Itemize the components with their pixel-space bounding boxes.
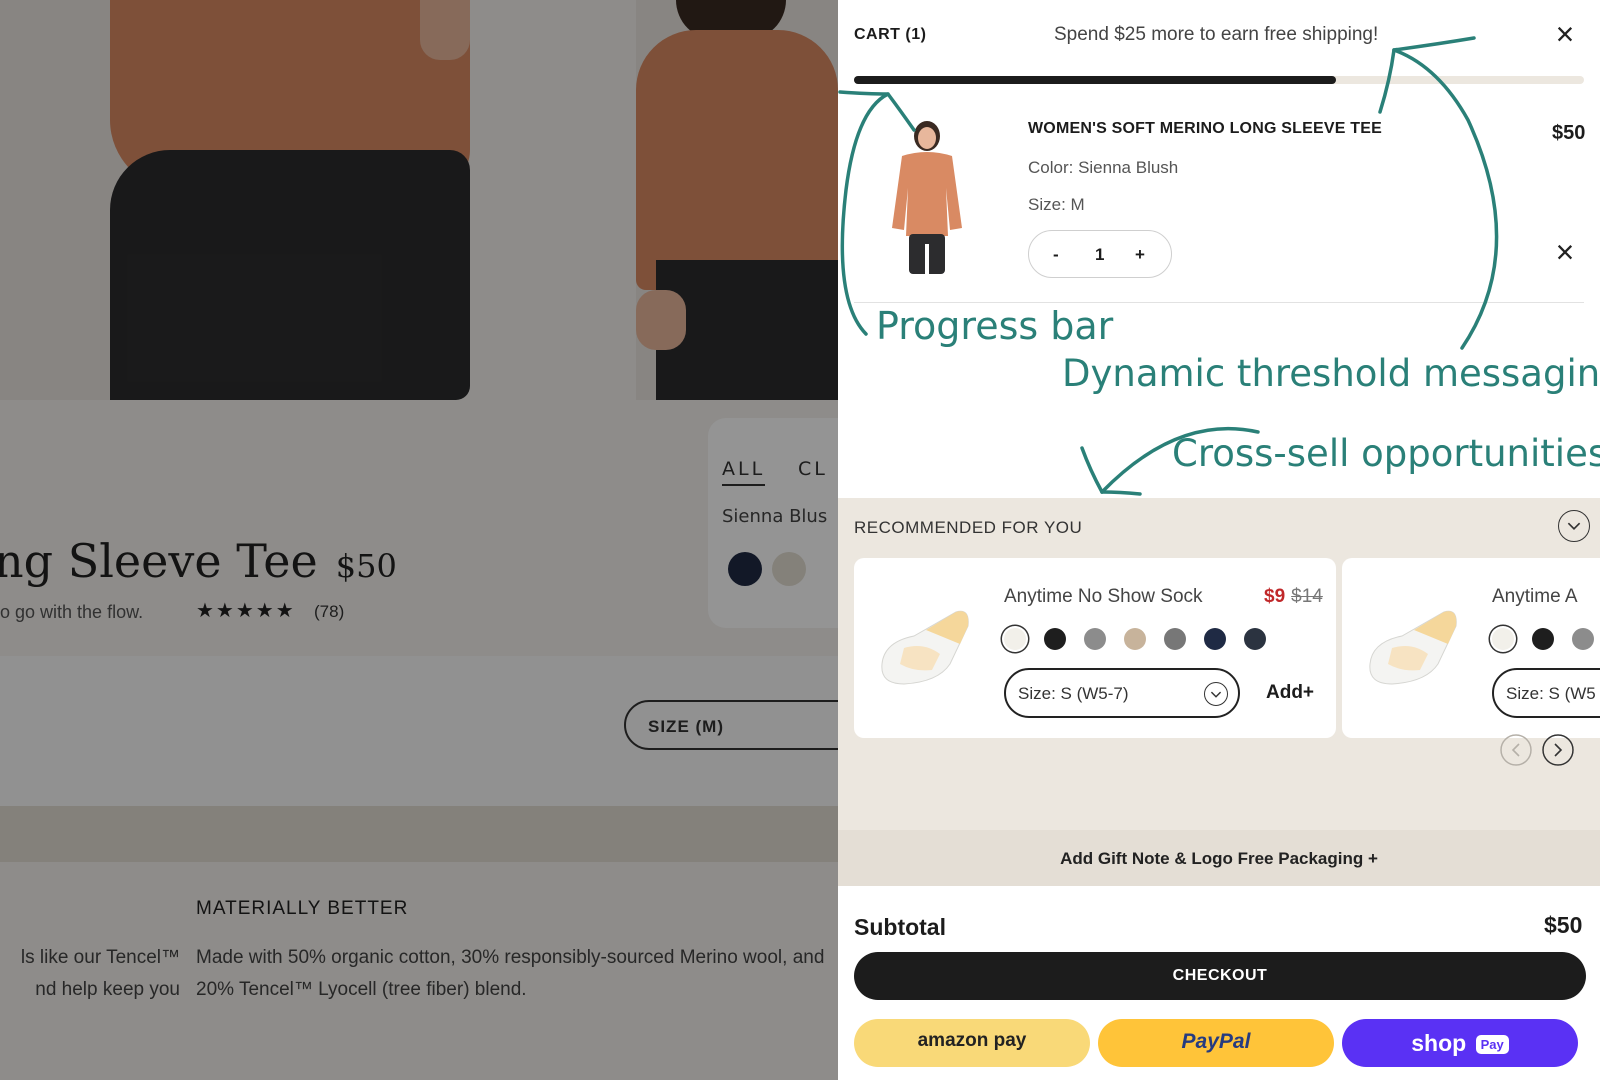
cart-drawer: CART (1) Spend $25 more to earn free shi… <box>838 0 1600 1080</box>
recommendation-name[interactable]: Anytime A <box>1492 586 1578 608</box>
checkout-button[interactable]: CHECKOUT <box>854 952 1586 1000</box>
add-to-cart-button[interactable]: Add+ <box>1266 682 1314 704</box>
color-swatch[interactable] <box>1004 628 1026 650</box>
carousel-next-icon[interactable] <box>1542 734 1574 766</box>
amazon-pay-button[interactable]: amazon pay <box>854 1019 1090 1067</box>
recommendation-name[interactable]: Anytime No Show Sock <box>1004 586 1203 608</box>
recommendation-price: $9 $14 <box>1264 586 1323 608</box>
sale-price: $9 <box>1264 586 1286 607</box>
annotation-progress-bar: Progress bar <box>876 304 1114 348</box>
annotation-arrows <box>838 36 1499 496</box>
shop-pay-logo: shop <box>1411 1030 1467 1056</box>
size-select[interactable]: Size: S (W5-7) <box>1004 668 1240 718</box>
shop-pay-button[interactable]: shop Pay <box>1342 1019 1578 1067</box>
annotation-threshold: Dynamic threshold messaging <box>1062 352 1600 395</box>
recommendations-section: RECOMMENDED FOR YOU Anytime No Show Sock… <box>838 498 1600 830</box>
amazon-pay-logo: amazon pay <box>917 1030 1027 1051</box>
color-swatch[interactable] <box>1164 628 1186 650</box>
threshold-arrow <box>1392 48 1499 350</box>
progress-bar-arrow <box>840 92 916 336</box>
recommendations-heading: RECOMMENDED FOR YOU <box>854 518 1083 537</box>
color-swatch[interactable] <box>1044 628 1066 650</box>
color-swatch[interactable] <box>1244 628 1266 650</box>
chevron-down-icon <box>1204 682 1228 706</box>
page-dim-overlay[interactable] <box>0 0 838 1080</box>
recommendation-card[interactable]: Anytime No Show Sock $9 $14 Size: S (W5-7… <box>854 558 1336 738</box>
subtotal-value: $50 <box>1544 912 1583 938</box>
subtotal-label: Subtotal <box>854 914 946 940</box>
carousel-prev-icon[interactable] <box>1500 734 1532 766</box>
color-swatch[interactable] <box>1532 628 1554 650</box>
paypal-button[interactable]: PayPal <box>1098 1019 1334 1067</box>
paypal-logo: PayPal <box>1181 1030 1251 1053</box>
color-swatch[interactable] <box>1204 628 1226 650</box>
gift-note-button[interactable]: Add Gift Note & Logo Free Packaging + <box>838 830 1600 886</box>
size-select[interactable]: Size: S (W5 <box>1492 668 1600 718</box>
color-swatch[interactable] <box>1572 628 1594 650</box>
annotation-cross-sell: Cross-sell opportunities <box>1172 432 1600 475</box>
sock-image <box>881 610 969 685</box>
sock-image <box>1369 610 1457 685</box>
chevron-down-icon[interactable] <box>1558 510 1590 542</box>
recommendation-card[interactable]: Anytime A Size: S (W5 <box>1342 558 1600 738</box>
original-price: $14 <box>1291 586 1323 607</box>
color-swatch[interactable] <box>1084 628 1106 650</box>
color-swatch[interactable] <box>1124 628 1146 650</box>
shop-pay-badge: Pay <box>1475 1035 1509 1055</box>
color-swatch[interactable] <box>1492 628 1514 650</box>
